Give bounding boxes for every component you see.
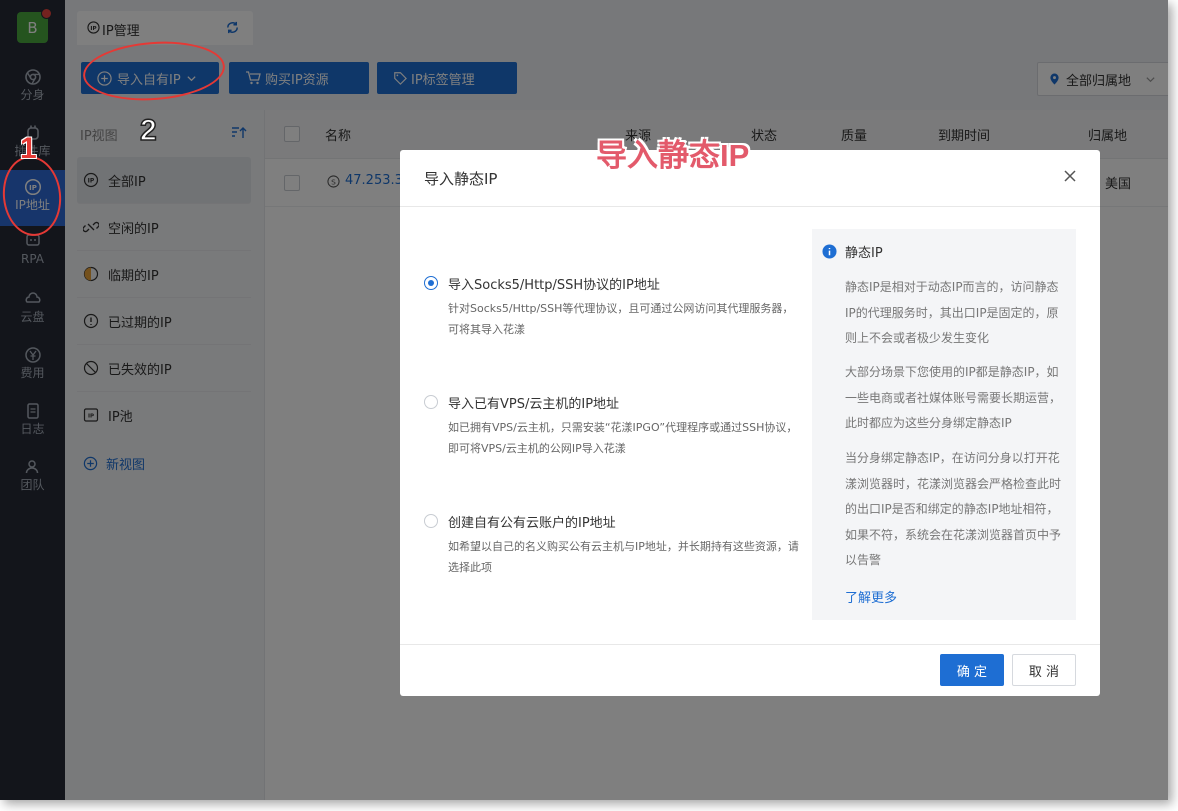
annotation-step-1: 1 bbox=[20, 132, 37, 165]
static-ip-info-panel: 静态IP 静态IP是相对于动态IP而言的，访问静态IP的代理服务时，其出口IP是… bbox=[812, 229, 1076, 620]
option-radio[interactable] bbox=[424, 395, 438, 409]
option-radio[interactable] bbox=[424, 514, 438, 528]
option-title: 导入Socks5/Http/SSH协议的IP地址 bbox=[448, 278, 660, 293]
option-radio[interactable] bbox=[424, 276, 438, 290]
app-window: B 分身 插件库 IP IP地址 RPA 云盘 费用 日志 bbox=[0, 0, 1168, 800]
close-icon[interactable] bbox=[1060, 166, 1080, 186]
annotation-caption: 导入静态IP bbox=[596, 138, 750, 173]
info-title: 静态IP bbox=[845, 246, 883, 261]
confirm-button[interactable]: 确 定 bbox=[940, 654, 1004, 686]
info-paragraph: 静态IP是相对于动态IP而言的，访问静态IP的代理服务时，其出口IP是固定的，原… bbox=[845, 280, 1059, 345]
info-icon bbox=[822, 244, 837, 259]
cancel-button[interactable]: 取 消 bbox=[1012, 654, 1076, 686]
info-paragraph: 当分身绑定静态IP，在访问分身以打开花漾浏览器时，花漾浏览器会严格检查此时的出口… bbox=[845, 451, 1062, 567]
option-title: 导入已有VPS/云主机的IP地址 bbox=[448, 397, 620, 412]
option-description: 如希望以自己的名义购买公有云主机与IP地址，并长期持有这些资源，请选择此项 bbox=[448, 540, 799, 574]
divider bbox=[400, 206, 1100, 207]
annotation-step-2: 2 bbox=[139, 113, 157, 148]
option-title: 创建自有公有云账户的IP地址 bbox=[448, 516, 616, 531]
info-paragraph: 大部分场景下您使用的IP都是静态IP，如一些电商或者社媒体账号需要长期运营，此时… bbox=[845, 365, 1062, 430]
dialog-title: 导入静态IP bbox=[424, 170, 498, 188]
learn-more-link[interactable]: 了解更多 bbox=[845, 587, 897, 606]
option-description: 如已拥有VPS/云主机，只需安装“花漾IPGO”代理程序或通过SSH协议，即可将… bbox=[448, 421, 798, 455]
option-description: 针对Socks5/Http/SSH等代理协议，且可通过公网访问其代理服务器，可将… bbox=[448, 302, 794, 336]
import-static-ip-dialog: 导入静态IP 导入Socks5/Http/SSH协议的IP地址 针对Socks5… bbox=[400, 150, 1100, 696]
divider bbox=[400, 644, 1100, 645]
